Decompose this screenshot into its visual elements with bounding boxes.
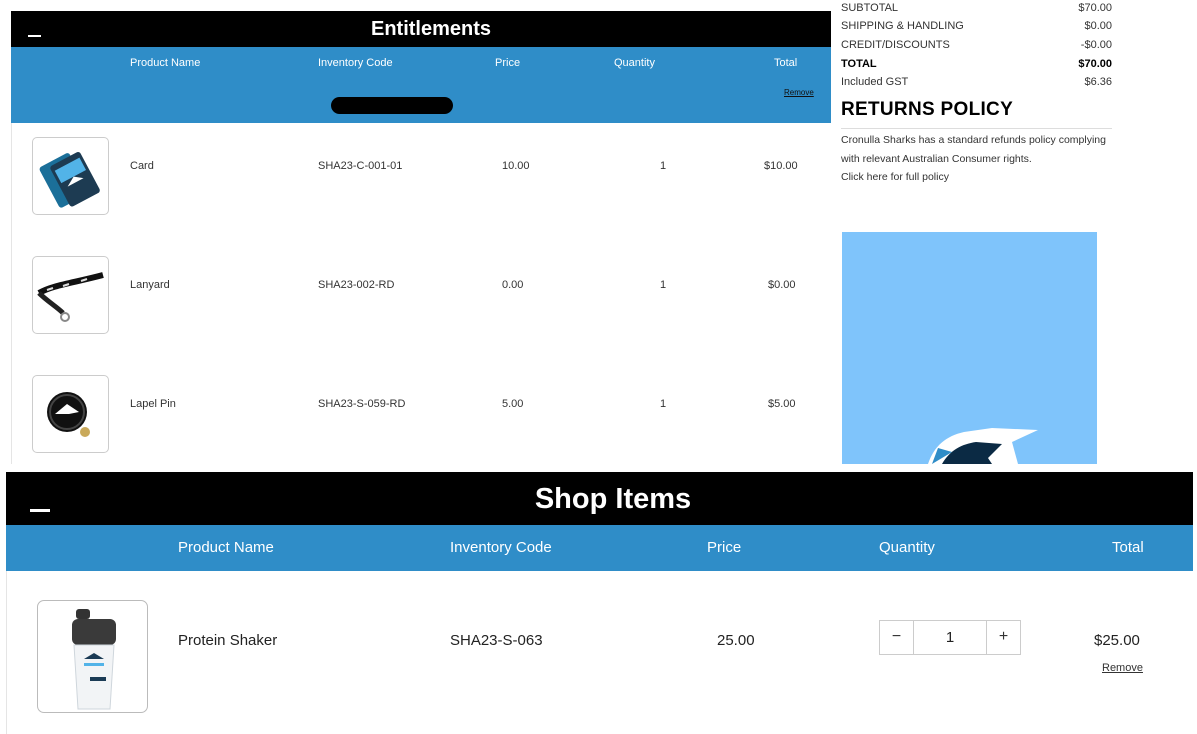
- full-policy-link[interactable]: Click here for full policy: [841, 168, 1112, 187]
- price: 10.00: [502, 160, 530, 172]
- decrease-quantity-button[interactable]: −: [880, 621, 914, 654]
- column-price: Price: [495, 57, 521, 69]
- column-total: Total: [1112, 539, 1144, 556]
- price: 0.00: [502, 279, 524, 291]
- inventory-code: SHA23-C-001-01: [318, 160, 403, 172]
- shop-items-title-bar: Shop Items: [6, 472, 1193, 525]
- table-row: Card SHA23-C-001-01 10.00 1 $10.00: [11, 123, 831, 242]
- table-row: Lanyard SHA23-002-RD 0.00 1 $0.00: [11, 242, 831, 361]
- summary-gst: Included GST $6.36: [841, 76, 1112, 88]
- row-total: $5.00: [768, 398, 796, 410]
- table-row: Protein Shaker SHA23-S-063 25.00 − 1 + $…: [6, 571, 1193, 734]
- table-row: Lapel Pin SHA23-S-059-RD 5.00 1 $5.00: [11, 361, 831, 464]
- column-inventory-code: Inventory Code: [318, 57, 393, 69]
- divider: [841, 128, 1112, 129]
- column-total: Total: [774, 57, 798, 69]
- product-image-lapel-pin: [32, 375, 109, 453]
- redaction-mark: [331, 97, 453, 114]
- shop-table-header: Product Name Inventory Code Price Quanti…: [6, 525, 1193, 571]
- product-image-protein-shaker: [37, 600, 148, 713]
- product-image-card: [32, 137, 109, 215]
- remove-link[interactable]: Remove: [784, 88, 814, 97]
- quantity-input[interactable]: 1: [914, 621, 986, 654]
- price: 25.00: [717, 632, 755, 649]
- column-product-name: Product Name: [178, 539, 274, 556]
- returns-policy-text: Cronulla Sharks has a standard refunds p…: [841, 131, 1112, 187]
- product-name: Card: [130, 160, 154, 172]
- remove-link[interactable]: Remove: [1102, 662, 1143, 674]
- quantity: 1: [660, 279, 667, 291]
- quantity: 1: [660, 398, 667, 410]
- product-image-lanyard: [32, 256, 109, 334]
- quantity-stepper: − 1 +: [879, 620, 1021, 655]
- quantity: 1: [660, 160, 667, 172]
- shop-items-title: Shop Items: [534, 483, 692, 515]
- summary-total: TOTAL $70.00: [841, 58, 1112, 70]
- entitlements-title: Entitlements: [370, 18, 492, 40]
- entitlements-title-bar: Entitlements: [11, 11, 831, 47]
- inventory-code: SHA23-002-RD: [318, 279, 395, 291]
- row-total: $25.00: [1094, 632, 1140, 649]
- row-total: $0.00: [768, 279, 796, 291]
- returns-policy-title: RETURNS POLICY: [841, 99, 1014, 120]
- entitlements-table-header: Product Name Inventory Code Price Quanti…: [11, 47, 831, 123]
- shop-items-panel: Shop Items Product Name Inventory Code P…: [6, 472, 1193, 734]
- product-name: Protein Shaker: [178, 632, 278, 649]
- column-quantity: Quantity: [879, 539, 935, 556]
- increase-quantity-button[interactable]: +: [986, 621, 1020, 654]
- column-quantity: Quantity: [614, 57, 655, 69]
- product-name: Lanyard: [130, 279, 170, 291]
- column-inventory-code: Inventory Code: [450, 539, 552, 556]
- inventory-code: SHA23-S-063: [450, 632, 543, 649]
- summary-discounts: CREDIT/DISCOUNTS -$0.00: [841, 39, 1112, 51]
- column-product-name: Product Name: [130, 57, 201, 69]
- summary-shipping: SHIPPING & HANDLING $0.00: [841, 20, 1112, 32]
- promo-banner: [842, 232, 1097, 464]
- summary-subtotal: SUBTOTAL $70.00: [841, 2, 1112, 14]
- price: 5.00: [502, 398, 524, 410]
- inventory-code: SHA23-S-059-RD: [318, 398, 406, 410]
- product-name: Lapel Pin: [130, 398, 176, 410]
- row-total: $10.00: [764, 160, 798, 172]
- column-price: Price: [707, 539, 742, 556]
- entitlements-panel: Entitlements Product Name Inventory Code…: [11, 11, 831, 464]
